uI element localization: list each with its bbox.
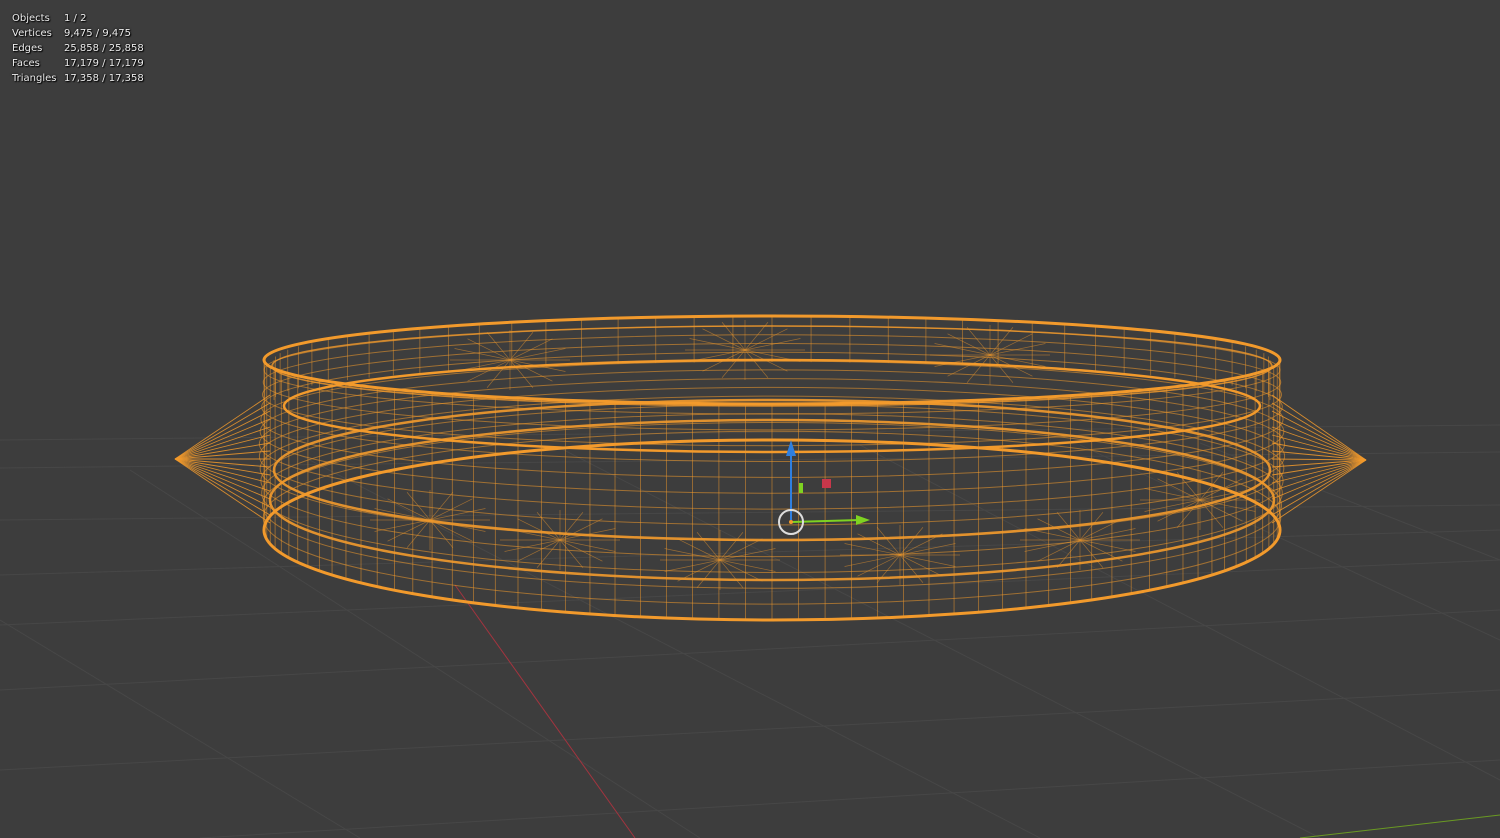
left-spike (174, 394, 271, 460)
stat-label: Edges (12, 43, 43, 54)
stat-value: 17,358 / 17,358 (64, 73, 144, 84)
grid-line (129, 469, 701, 838)
grid-line (0, 609, 1500, 691)
ring-mesh-line (677, 538, 721, 561)
stat-value: 1 / 2 (64, 13, 87, 24)
ring-mesh-line (947, 333, 991, 356)
left-spike (174, 426, 271, 460)
ring-mesh-line (1079, 539, 1123, 562)
grid-line (199, 759, 1500, 838)
stat-row-objects: Objects 1 / 2 (12, 11, 144, 26)
ring-mesh-line (857, 554, 901, 577)
scene-canvas[interactable] (0, 0, 1500, 838)
ring-mesh-line (899, 554, 943, 577)
grid-line (0, 559, 1500, 626)
stat-row-vertices: Vertices 9,475 / 9,475 (12, 26, 144, 41)
y-handle-icon[interactable] (799, 483, 803, 493)
right-spike (1271, 434, 1367, 461)
ring-mesh-line (1157, 499, 1201, 522)
ring-mesh-line (1157, 478, 1201, 501)
stat-value: 9,475 / 9,475 (64, 28, 131, 39)
right-spike (1271, 458, 1367, 461)
transform-gizmo[interactable] (778, 440, 870, 535)
ring-mesh-line (719, 559, 763, 582)
y-axis-line (1299, 814, 1500, 838)
ring-mesh-line (429, 498, 473, 521)
x-handle-icon[interactable] (822, 479, 831, 488)
stat-row-edges: Edges 25,858 / 25,858 (12, 41, 144, 56)
right-spike (1271, 459, 1367, 524)
right-spike (1271, 459, 1367, 492)
left-spike (174, 458, 271, 524)
stat-value: 25,858 / 25,858 (64, 43, 144, 54)
stat-value: 17,179 / 17,179 (64, 58, 144, 69)
stat-row-triangles: Triangles 17,358 / 17,358 (12, 71, 144, 86)
world-axes (454, 584, 1500, 838)
ring-mesh-line (989, 333, 1033, 356)
stat-row-faces: Faces 17,179 / 17,179 (12, 56, 144, 71)
left-spike (174, 458, 271, 492)
stat-label: Triangles (12, 73, 57, 84)
stat-label: Objects (12, 13, 50, 24)
ring-object-wireframe[interactable] (174, 314, 1367, 622)
ring-mesh-line (702, 328, 746, 351)
grid-line (0, 689, 1500, 771)
stat-label: Vertices (12, 28, 52, 39)
x-axis-line (454, 584, 636, 838)
stat-label: Faces (12, 58, 40, 69)
ring-mesh-line (517, 518, 561, 541)
grid-line (0, 619, 361, 838)
ring-mesh-line (744, 328, 788, 351)
origin-dot-icon (789, 520, 793, 524)
grid-line (0, 529, 1500, 576)
z-arrowhead-icon[interactable] (786, 440, 796, 456)
3d-viewport[interactable]: Objects 1 / 2 Vertices 9,475 / 9,475 Edg… (0, 0, 1500, 838)
floor-grid (0, 424, 1500, 838)
grid-line (1199, 442, 1500, 561)
ring-mesh-line (387, 519, 431, 542)
viewport-statistics-overlay: Objects 1 / 2 Vertices 9,475 / 9,475 Edg… (12, 11, 144, 86)
